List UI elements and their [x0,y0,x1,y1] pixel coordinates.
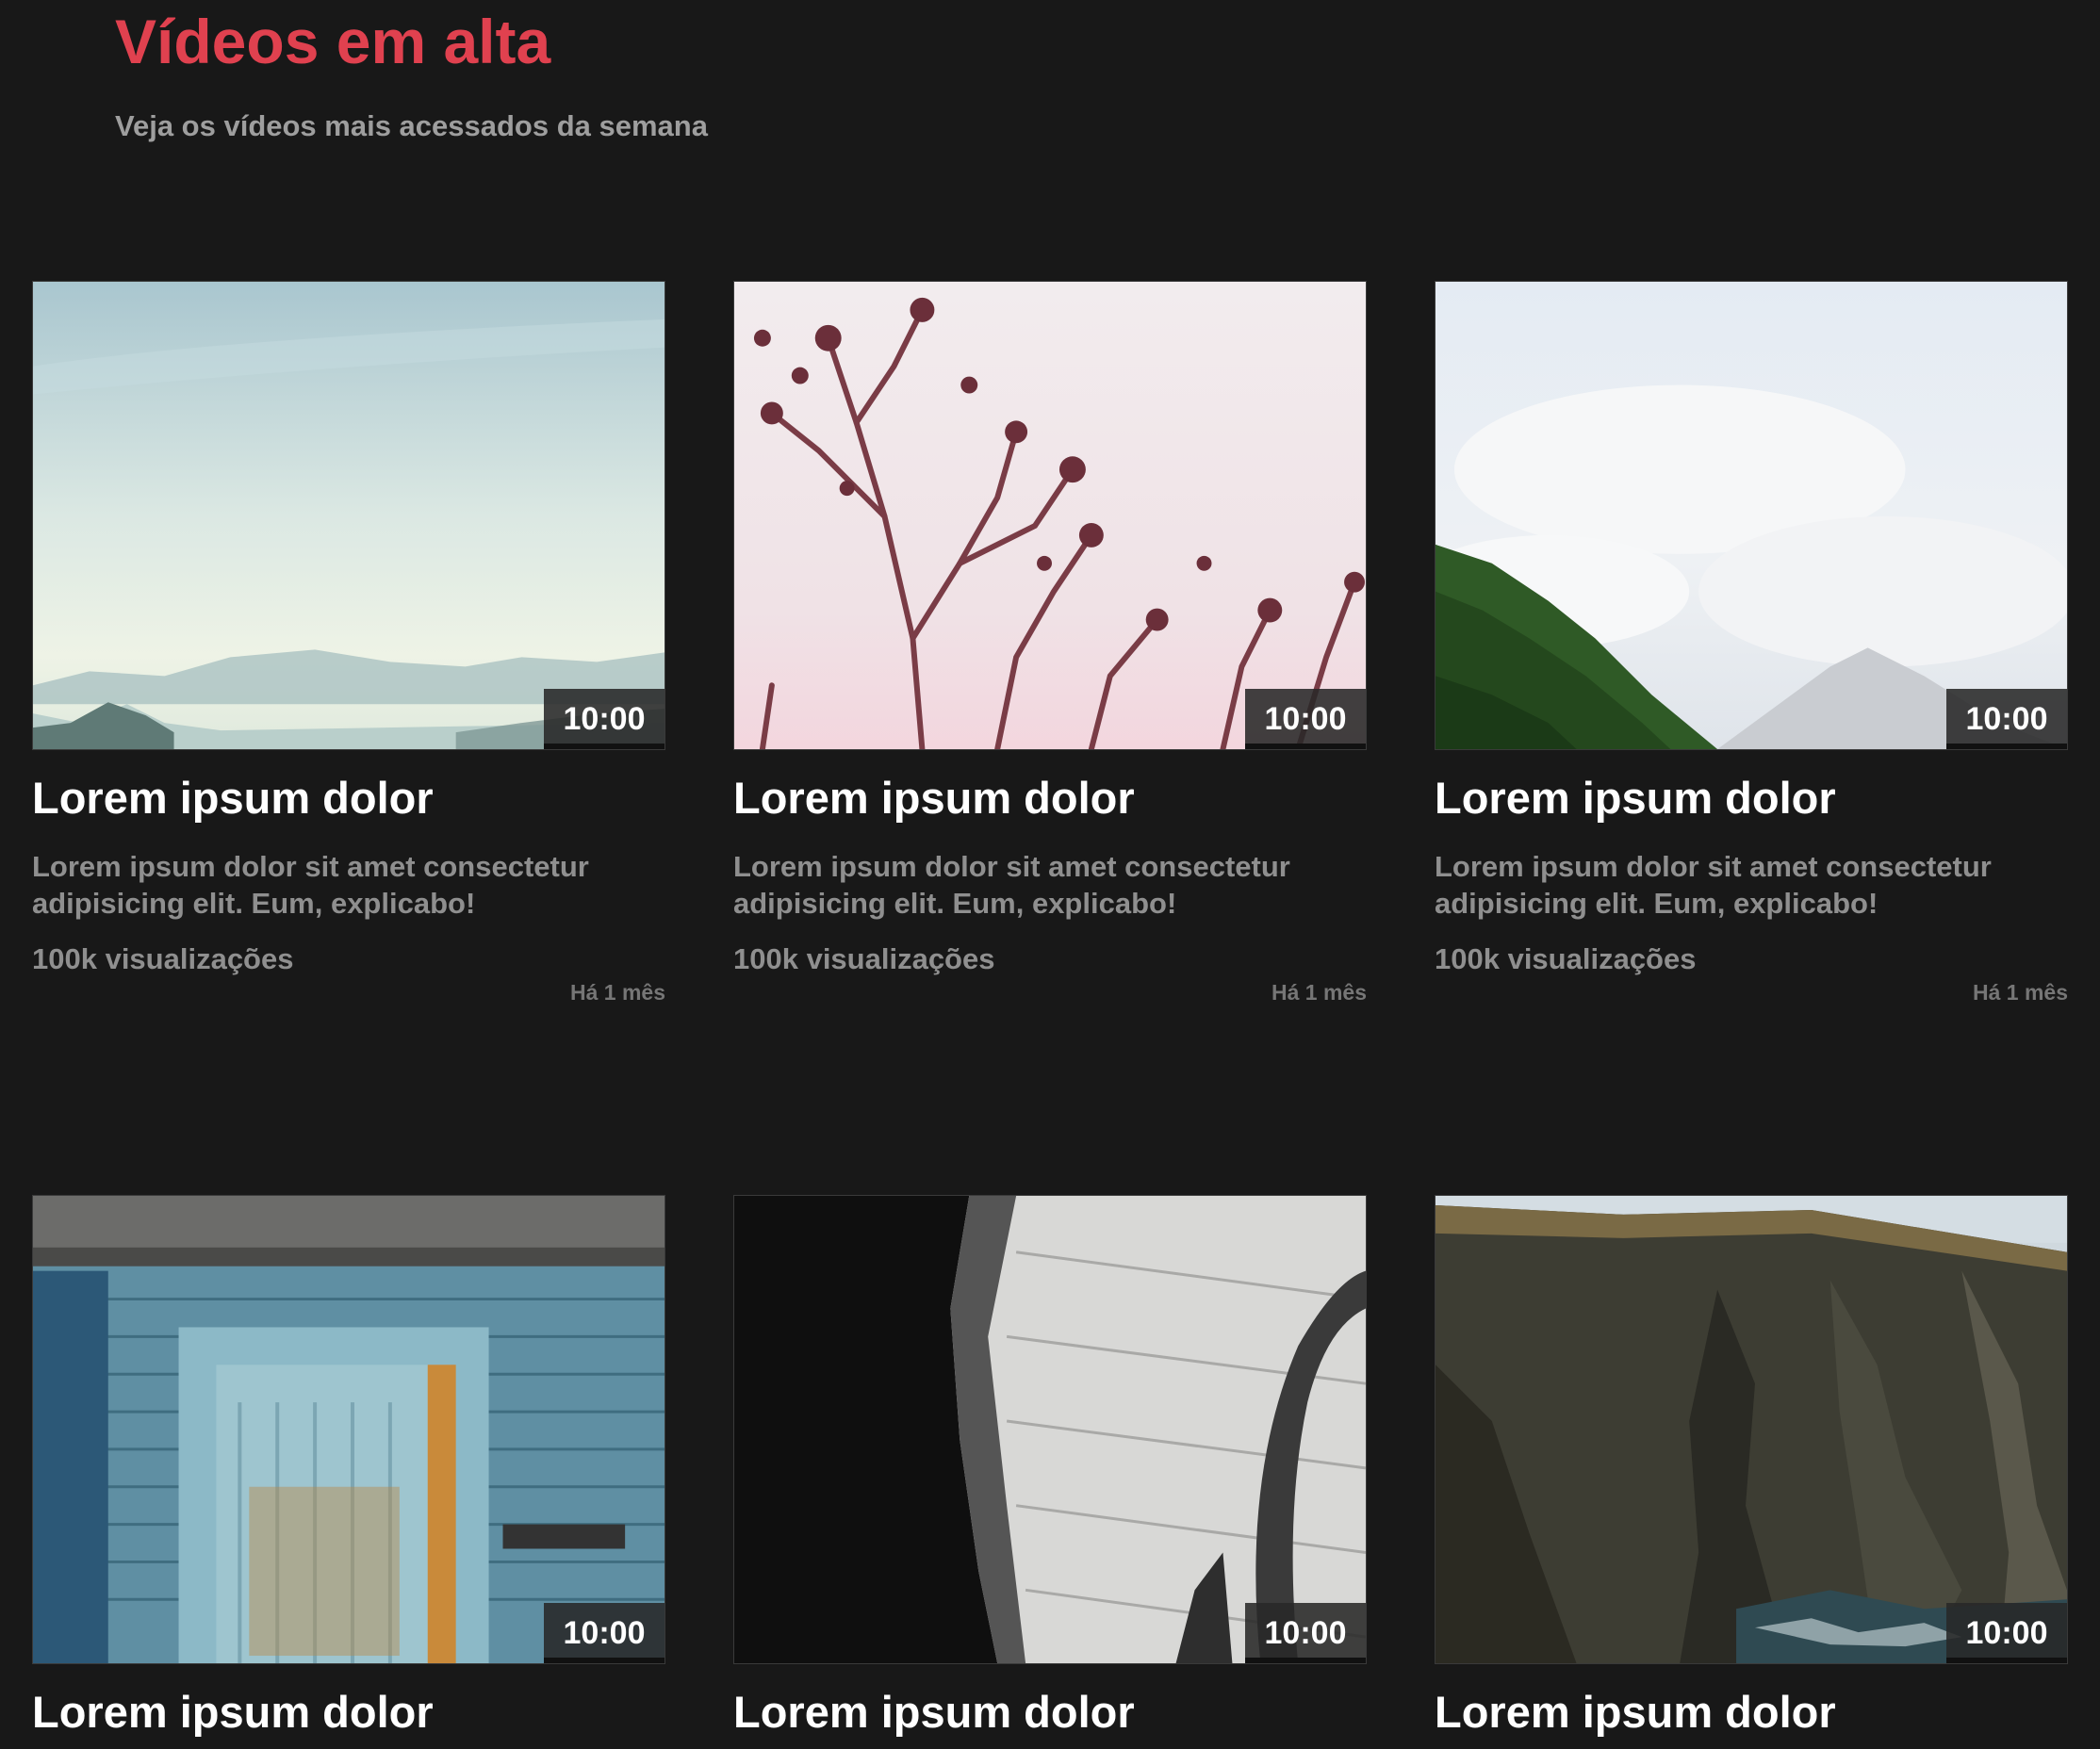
page-title: Vídeos em alta [115,7,551,76]
video-thumbnail[interactable]: 10:00 [1435,281,2068,750]
video-thumbnail[interactable]: 10:00 [733,1195,1367,1664]
video-age: Há 1 mês [1972,980,2068,1005]
video-thumbnail[interactable]: 10:00 [733,281,1367,750]
video-card[interactable]: 10:00 Lorem ipsum dolor Lorem ipsum dolo… [733,281,1367,1006]
video-views: 100k visualizações [32,942,294,975]
video-title[interactable]: Lorem ipsum dolor [733,771,1367,825]
video-thumbnail[interactable]: 10:00 [32,281,665,750]
misty-lake-mountains-image [33,282,664,749]
video-title[interactable]: Lorem ipsum dolor [1435,1685,2068,1740]
video-description: Lorem ipsum dolor sit amet consectetur a… [32,850,589,920]
cloudy-mountain-forest-image [1436,282,2067,749]
video-title[interactable]: Lorem ipsum dolor [32,1685,665,1740]
video-duration: 10:00 [1946,689,2067,749]
video-duration: 10:00 [544,1603,664,1663]
video-card[interactable]: 10:00 Lorem ipsum dolor Lorem ipsum dolo… [1435,281,2068,1006]
video-duration: 10:00 [1245,689,1366,749]
video-card[interactable]: 10:00 Lorem ipsum dolor [32,1195,665,1740]
weathered-wood-shadow-image [734,1196,1366,1663]
video-title[interactable]: Lorem ipsum dolor [32,771,665,825]
video-description: Lorem ipsum dolor sit amet consectetur a… [1435,850,1992,920]
video-thumbnail[interactable]: 10:00 [32,1195,665,1664]
video-age: Há 1 mês [569,980,665,1005]
video-duration: 10:00 [544,689,664,749]
video-title[interactable]: Lorem ipsum dolor [733,1685,1367,1740]
video-duration: 10:00 [1245,1603,1366,1663]
video-views: 100k visualizações [1435,942,1697,975]
sea-cliffs-image [1436,1196,2067,1663]
old-blue-door-image [33,1196,664,1663]
video-card[interactable]: 10:00 Lorem ipsum dolor [1435,1195,2068,1740]
video-card[interactable]: 10:00 Lorem ipsum dolor [733,1195,1367,1740]
video-duration: 10:00 [1946,1603,2067,1663]
video-description: Lorem ipsum dolor sit amet consectetur a… [733,850,1290,920]
video-age: Há 1 mês [1271,980,1367,1005]
video-views: 100k visualizações [733,942,995,975]
video-title[interactable]: Lorem ipsum dolor [1435,771,2068,825]
plant-silhouette-image [734,282,1366,749]
video-thumbnail[interactable]: 10:00 [1435,1195,2068,1664]
page-subtitle: Veja os vídeos mais acessados da semana [115,109,708,142]
video-card[interactable]: 10:00 Lorem ipsum dolor Lorem ipsum dolo… [32,281,665,1006]
